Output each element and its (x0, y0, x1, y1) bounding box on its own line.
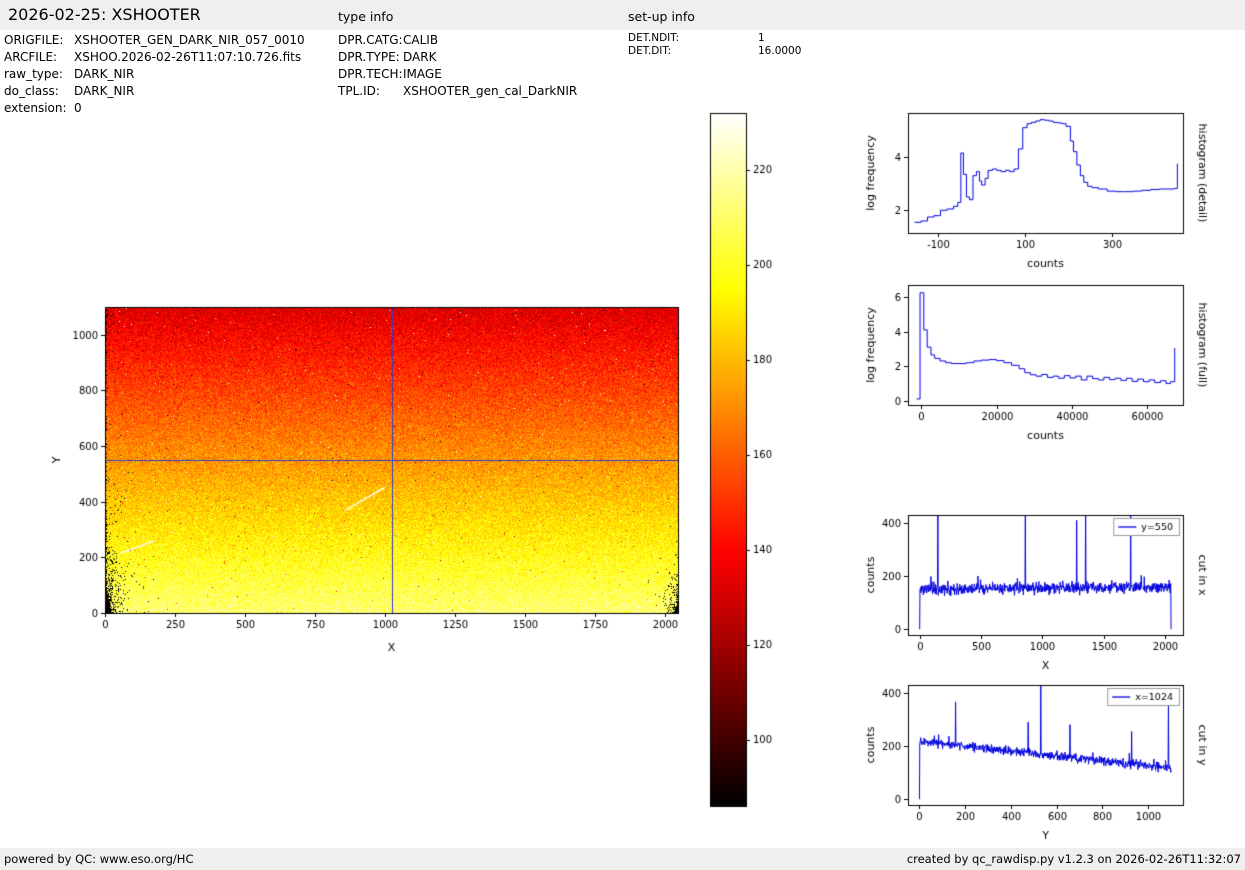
metadata-label: ARCFILE: (4, 50, 58, 64)
metadata-row: ARCFILE: XSHOO.2026-02-26T11:07:10.726.fi… (4, 49, 305, 66)
footer-powered-by: powered by QC: www.eso.org/HC (4, 852, 194, 866)
colorbar (700, 105, 815, 817)
histogram-detail-plot (855, 100, 1245, 286)
metadata-row: DET.DIT: 16.0000 (628, 45, 801, 58)
metadata-row: TPL.ID: XSHOOTER_gen_cal_DarkNIR (338, 83, 577, 100)
metadata-row: ORIGFILE: XSHOOTER_GEN_DARK_NIR_057_0010 (4, 32, 305, 49)
metadata-label: DET.DIT: (628, 45, 672, 57)
metadata-value: XSHOOTER_gen_cal_DarkNIR (403, 84, 578, 98)
metadata-label: do_class: (4, 84, 59, 98)
raw-image-plot (40, 285, 700, 680)
metadata-label: extension: (4, 101, 67, 115)
file-metadata-block: ORIGFILE: XSHOOTER_GEN_DARK_NIR_057_0010 … (4, 32, 305, 117)
metadata-row: do_class: DARK_NIR (4, 83, 305, 100)
metadata-value: CALIB (403, 33, 439, 47)
metadata-row: extension: 0 (4, 100, 305, 117)
metadata-label: DPR.TECH: (338, 67, 403, 81)
metadata-value: XSHOOTER_GEN_DARK_NIR_057_0010 (74, 33, 305, 47)
cut-in-x-plot (855, 502, 1245, 688)
footer-bar: powered by QC: www.eso.org/HC created by… (0, 848, 1245, 870)
metadata-label: DPR.TYPE: (338, 50, 400, 64)
metadata-value: 0 (74, 101, 82, 115)
metadata-label: DPR.CATG: (338, 33, 403, 47)
metadata-label: ORIGFILE: (4, 33, 64, 47)
metadata-row: DET.NDIT: 1 (628, 32, 801, 45)
header-bar: 2026-02-25: XSHOOTER type info set-up in… (0, 0, 1245, 30)
setup-info-heading: set-up info (628, 9, 695, 24)
metadata-value: DARK (403, 50, 437, 64)
metadata-row: DPR.TECH:IMAGE (338, 66, 577, 83)
metadata-label: TPL.ID: (338, 84, 380, 98)
metadata-value: 16.0000 (758, 45, 802, 57)
metadata-value: DARK_NIR (74, 67, 135, 81)
metadata-value: DARK_NIR (74, 84, 135, 98)
metadata-row: DPR.TYPE: DARK (338, 49, 577, 66)
footer-created-by: created by qc_rawdisp.py v1.2.3 on 2026-… (906, 852, 1241, 866)
metadata-row: raw_type: DARK_NIR (4, 66, 305, 83)
setup-info-block: DET.NDIT: 1 DET.DIT: 16.0000 (628, 32, 801, 58)
cut-in-y-plot (855, 672, 1245, 858)
metadata-value: XSHOO.2026-02-26T11:07:10.726.fits (74, 50, 302, 64)
histogram-full-plot (855, 272, 1245, 458)
type-info-heading: type info (338, 9, 394, 24)
type-info-block: DPR.CATG:CALIB DPR.TYPE: DARK DPR.TECH:IM… (338, 32, 577, 100)
metadata-value: IMAGE (403, 67, 442, 81)
metadata-label: DET.NDIT: (628, 32, 680, 44)
metadata-label: raw_type: (4, 67, 63, 81)
page-title: 2026-02-25: XSHOOTER (8, 5, 201, 24)
metadata-row: DPR.CATG:CALIB (338, 32, 577, 49)
qc-report-page: 2026-02-25: XSHOOTER type info set-up in… (0, 0, 1245, 870)
metadata-value: 1 (758, 32, 765, 44)
